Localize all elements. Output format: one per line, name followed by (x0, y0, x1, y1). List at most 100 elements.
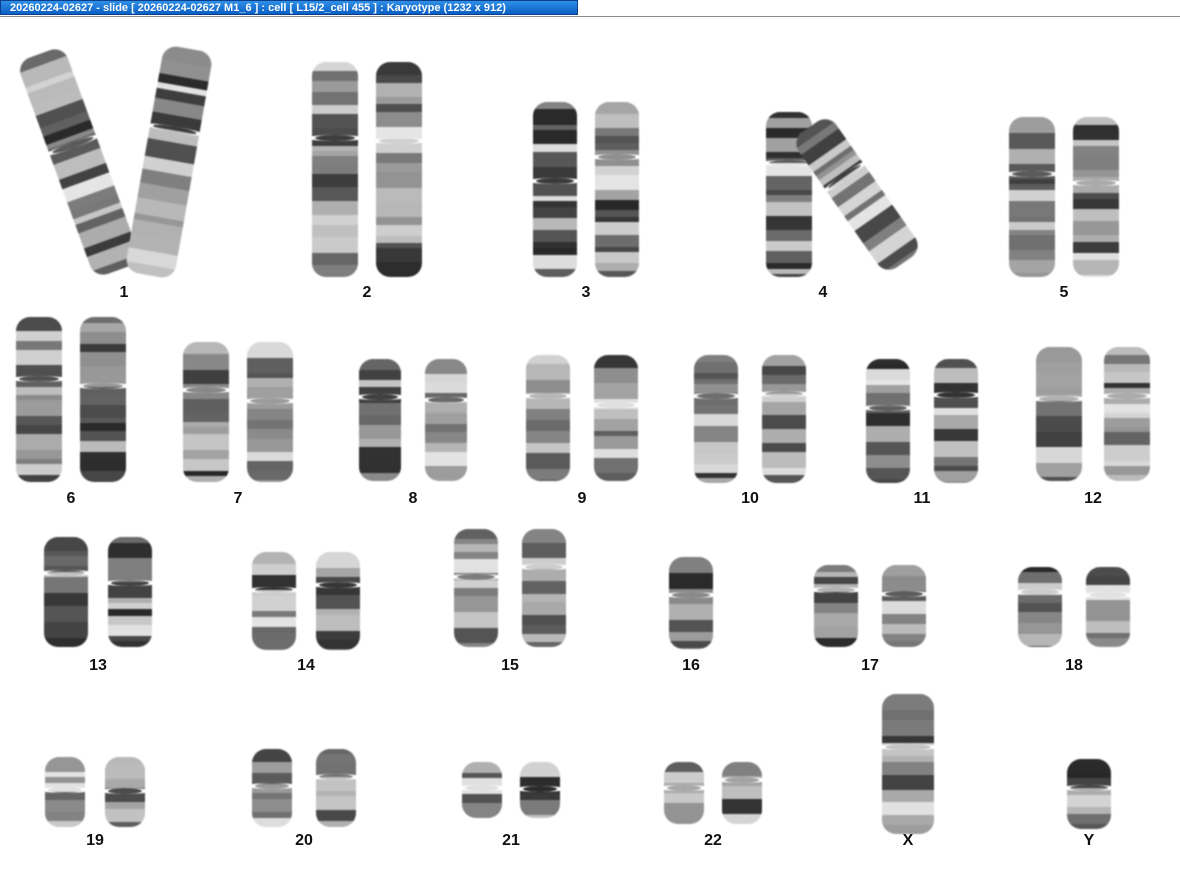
chromosome-band (376, 217, 422, 225)
chromosome-band (866, 479, 910, 483)
chromosome-21-b[interactable] (520, 762, 560, 818)
chromosome-band (762, 452, 806, 468)
chromosome-19-a[interactable] (45, 757, 85, 827)
chromosome-band (80, 344, 126, 352)
chromosome-12-b[interactable] (1104, 347, 1150, 481)
chromosome-2-a[interactable] (312, 62, 358, 277)
centromere (247, 398, 293, 404)
chromosome-band (522, 569, 566, 581)
window-titlebar: 20260224-02627 - slide [ 20260224-02627 … (0, 0, 1180, 17)
chromosome-11-a[interactable] (866, 359, 910, 483)
chromosome-label: 17 (861, 657, 879, 674)
chromosome-5-a[interactable] (1009, 117, 1055, 277)
chromosome-10-a[interactable] (694, 355, 738, 483)
chromosome-7-b[interactable] (247, 342, 293, 482)
chromosome-band (882, 634, 926, 641)
chromosome-band (595, 222, 639, 235)
chromosome-band (252, 649, 296, 650)
chromosome-band (316, 615, 360, 631)
chromosome-band (376, 172, 422, 188)
window-title-tab[interactable]: 20260224-02627 - slide [ 20260224-02627 … (0, 0, 578, 15)
chromosome-15-b[interactable] (522, 529, 566, 647)
chromosome-band (814, 627, 858, 638)
chromosome-band (376, 62, 422, 75)
chromosome-6-a[interactable] (16, 317, 62, 482)
chromosome-band (533, 255, 577, 269)
chromosome-band (80, 460, 126, 471)
chromosome-band (454, 643, 498, 647)
chromosome-band (766, 176, 812, 190)
centromere (882, 591, 926, 597)
chromosome-14-a[interactable] (252, 552, 296, 650)
chromosome-3-a[interactable] (533, 102, 577, 277)
chromosome-X[interactable] (882, 694, 934, 834)
chromosome-band (522, 634, 566, 642)
chromosome-band (766, 251, 812, 263)
chromosome-band (722, 814, 762, 824)
chromosome-band (425, 402, 467, 413)
chromosome-band (595, 175, 639, 190)
chromosome-band (595, 143, 639, 150)
centromere (1104, 393, 1150, 399)
chromosome-20-b[interactable] (316, 749, 356, 827)
chromosome-Y[interactable] (1067, 759, 1111, 829)
chromosome-band (1036, 347, 1082, 362)
chromosome-21-a[interactable] (462, 762, 502, 818)
chromosome-12-a[interactable] (1036, 347, 1082, 481)
chromosome-22-b[interactable] (722, 762, 762, 824)
chromosome-14-b[interactable] (316, 552, 360, 650)
chromosome-band (425, 432, 467, 443)
chromosome-band (1073, 260, 1119, 275)
chromosome-band (814, 565, 858, 572)
chromosome-2-b[interactable] (376, 62, 422, 277)
chromosome-band (425, 424, 467, 432)
chromosome-18-a[interactable] (1018, 567, 1062, 647)
chromosome-19-b[interactable] (105, 757, 145, 827)
centromere (1086, 592, 1130, 598)
chromosome-band (1009, 149, 1055, 164)
chromosome-9-b[interactable] (594, 355, 638, 481)
chromosome-15-a[interactable] (454, 529, 498, 647)
chromosome-band (312, 253, 358, 265)
centromere (533, 178, 577, 184)
chromosome-band (376, 203, 422, 217)
chromosome-16[interactable] (669, 557, 713, 649)
chromosome-band (16, 387, 62, 395)
chromosome-band (247, 471, 293, 480)
chromosome-11-b[interactable] (934, 359, 978, 483)
chromosome-band (882, 624, 926, 634)
chromosome-10-b[interactable] (762, 355, 806, 483)
chromosome-8-a[interactable] (359, 359, 401, 481)
chromosome-band (45, 792, 85, 800)
chromosome-band (814, 638, 858, 647)
chromosome-band (425, 452, 467, 466)
chromosome-20-a[interactable] (252, 749, 292, 827)
chromosome-18-b[interactable] (1086, 567, 1130, 647)
chromosome-1-b[interactable] (124, 44, 214, 280)
chromosome-6-b[interactable] (80, 317, 126, 482)
chromosome-band (425, 443, 467, 452)
chromosome-13-a[interactable] (44, 537, 88, 647)
chromosome-8-b[interactable] (425, 359, 467, 481)
chromosome-band (312, 128, 358, 135)
chromosome-band (1104, 355, 1150, 364)
chromosome-13-b[interactable] (108, 537, 152, 647)
chromosome-band (454, 580, 498, 588)
chromosome-band (664, 793, 704, 803)
chromosome-17-b[interactable] (882, 565, 926, 647)
chromosome-7-a[interactable] (183, 342, 229, 482)
chromosome-5-b[interactable] (1073, 117, 1119, 277)
chromosome-band (44, 577, 88, 593)
chromosome-band (533, 130, 577, 144)
chromosome-band (762, 475, 806, 483)
chromosome-17-a[interactable] (814, 565, 858, 647)
chromosome-22-a[interactable] (664, 762, 704, 824)
chromosome-band (462, 762, 502, 773)
centromere (594, 402, 638, 408)
chromosome-band (1104, 364, 1150, 372)
chromosome-1-a[interactable] (16, 45, 142, 279)
chromosome-band (108, 558, 152, 571)
chromosome-3-b[interactable] (595, 102, 639, 277)
chromosome-band (183, 427, 229, 434)
chromosome-9-a[interactable] (526, 355, 570, 481)
